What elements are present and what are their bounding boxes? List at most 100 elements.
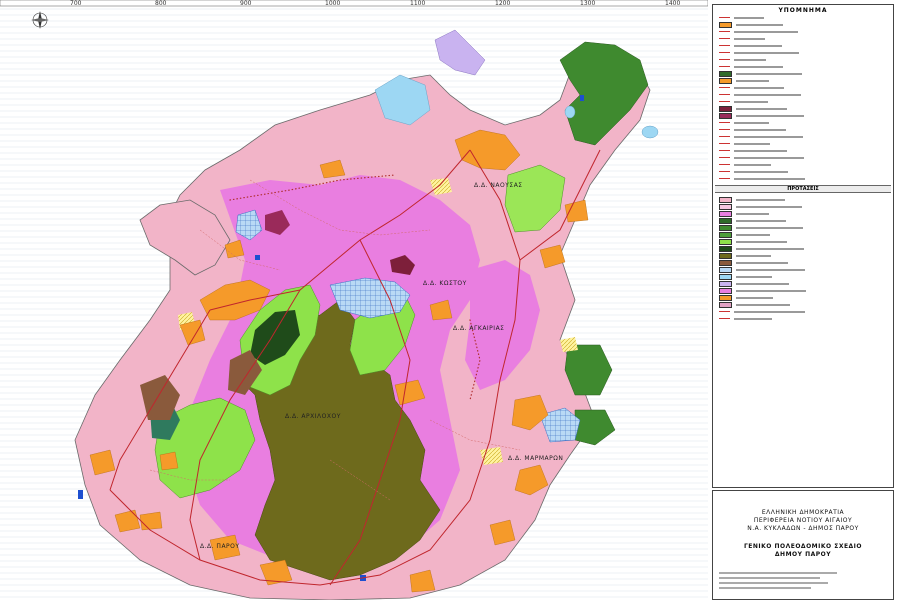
legend-symbol (719, 318, 730, 319)
legend-item (719, 14, 893, 21)
legend-item (719, 63, 893, 70)
legend-item (719, 308, 893, 315)
legend-text-placeholder (734, 310, 805, 313)
legend-text-placeholder (736, 72, 802, 75)
legend-text-placeholder (736, 275, 772, 278)
place-label: Δ.Δ. ΠΑΡΟΥ (200, 543, 240, 550)
legend-text-placeholder (736, 205, 802, 208)
legend-text-placeholder (736, 23, 783, 26)
legend-symbol (719, 157, 730, 158)
legend-item (719, 140, 893, 147)
legend-text-placeholder (734, 163, 771, 166)
legend-text-placeholder (734, 156, 804, 159)
legend-symbol (719, 129, 730, 130)
legend-text-placeholder (734, 65, 783, 68)
legend-symbol (719, 301, 732, 308)
legend-symbol (719, 150, 730, 151)
legend-symbol (719, 77, 732, 84)
coordinate-tick-label: 1000 (325, 0, 341, 7)
legend-symbol (719, 17, 730, 18)
legend-symbol (719, 217, 732, 224)
legend-body: ΠΡΟΤΑΣΕΙΣ (713, 14, 893, 322)
legend-symbol (719, 210, 732, 217)
legend-item (719, 203, 893, 210)
legend-text-placeholder (736, 226, 803, 229)
legend-item (719, 42, 893, 49)
legend-symbol (719, 143, 730, 144)
legend-symbol (719, 224, 732, 231)
legend-panel: ΥΠΟΜΝΗΜΑ ΠΡΟΤΑΣΕΙΣ (712, 4, 894, 488)
legend-title: ΥΠΟΜΝΗΜΑ (778, 7, 828, 14)
legend-item (719, 224, 893, 231)
legend-text-placeholder (734, 30, 798, 33)
legend-text-placeholder (734, 317, 772, 320)
legend-item (719, 56, 893, 63)
legend-item (719, 77, 893, 84)
legend-item (719, 161, 893, 168)
plan-title-line-1: ΓΕΝΙΚΟ ΠΟΛΕΟΔΟΜΙΚΟ ΣΧΕΔΙΟ (743, 543, 863, 550)
legend-text-placeholder (736, 212, 769, 215)
legend-item (719, 126, 893, 133)
legend-item (719, 112, 893, 119)
pond-ne (564, 105, 576, 119)
legend-item (719, 35, 893, 42)
legend-item (719, 28, 893, 35)
legend-symbol (719, 280, 732, 287)
legend-text-placeholder (736, 219, 786, 222)
legend-symbol (719, 21, 732, 28)
legend-text-placeholder (734, 16, 764, 19)
legend-symbol (719, 66, 730, 67)
legend-symbol (719, 70, 732, 77)
legend-symbol (719, 94, 730, 95)
legend-item (719, 315, 893, 322)
legend-text-placeholder (734, 135, 803, 138)
coordinate-tick-label: 700 (70, 0, 82, 7)
legend-text-placeholder (734, 44, 782, 47)
legend-item (719, 21, 893, 28)
place-label: Δ.Δ. ΑΓΚΑΙΡΙΑΣ (453, 325, 504, 332)
title-block: ΕΛΛΗΝΙΚΗ ΔΗΜΟΚΡΑΤΙΑ ΠΕΡΙΦΕΡΕΙΑ ΝΟΤΙΟΥ ΑΙ… (712, 490, 894, 600)
coordinate-tick-label: 1100 (410, 0, 426, 7)
legend-symbol (719, 171, 730, 172)
legend-item (719, 266, 893, 273)
legend-item (719, 210, 893, 217)
legend-symbol (719, 136, 730, 137)
legend-item (719, 133, 893, 140)
legend-text-placeholder (734, 37, 765, 40)
legend-symbol (719, 105, 732, 112)
legend-item (719, 168, 893, 175)
legend-proposals-header: ΠΡΟΤΑΣΕΙΣ (715, 185, 891, 193)
legend-text-placeholder (736, 303, 790, 306)
legend-text-placeholder (736, 107, 787, 110)
legend-item (719, 259, 893, 266)
legend-item (719, 287, 893, 294)
legend-item (719, 217, 893, 224)
legend-item (719, 147, 893, 154)
coordinate-tick-label: 1400 (665, 0, 681, 7)
legend-item (719, 273, 893, 280)
plan-title-line-2: ΔΗΜΟΥ ΠΑΡΟΥ (774, 551, 832, 558)
legend-symbol (719, 87, 730, 88)
legend-text-placeholder (736, 114, 804, 117)
legend-item (719, 70, 893, 77)
legend-symbol (719, 311, 730, 312)
place-label: Δ.Δ. ΚΩΣΤΟΥ (423, 280, 467, 287)
legend-item (719, 175, 893, 182)
legend-symbol (719, 45, 730, 46)
title-org-line-3: Ν.Α. ΚΥΚΛΑΔΩΝ - ΔΗΜΟΣ ΠΑΡΟΥ (747, 525, 859, 532)
map-area[interactable]: Δ.Δ. ΝΑΟΥΣΑΣ Δ.Δ. ΚΩΣΤΟΥ Δ.Δ. ΑΓΚΑΙΡΙΑΣ … (0, 0, 708, 600)
legend-text-placeholder (734, 170, 788, 173)
legend-symbol (719, 52, 730, 53)
legend-item (719, 238, 893, 245)
legend-text-placeholder (734, 100, 768, 103)
legend-text-placeholder (736, 247, 804, 250)
legend-text-placeholder (734, 51, 799, 54)
legend-symbol (719, 101, 730, 102)
legend-symbol (719, 245, 732, 252)
legend-text-placeholder (734, 128, 786, 131)
legend-item (719, 294, 893, 301)
legend-text-placeholder (736, 240, 787, 243)
legend-item (719, 252, 893, 259)
legend-text-placeholder (736, 254, 771, 257)
legend-item (719, 231, 893, 238)
